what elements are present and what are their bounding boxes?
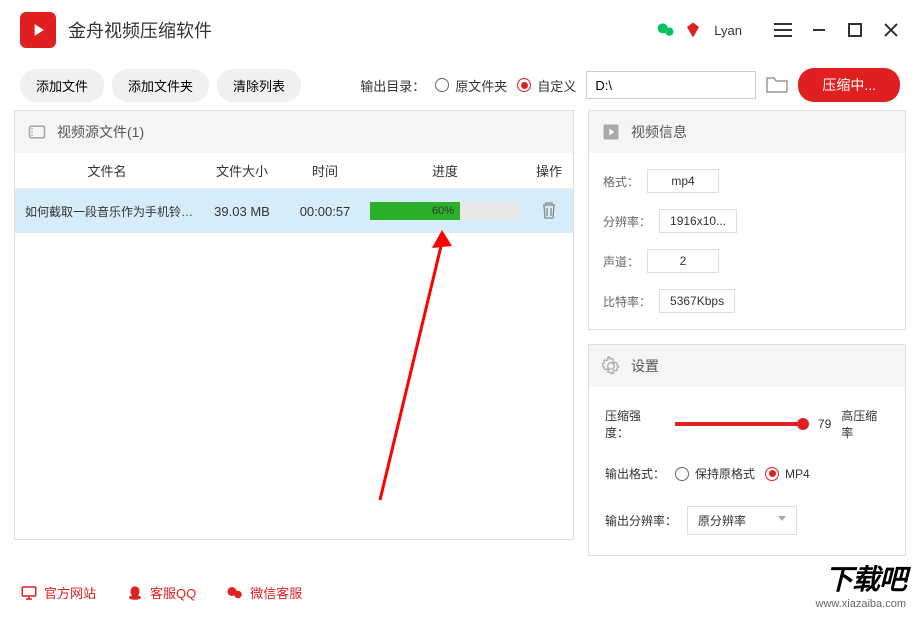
title-bar: 金舟视频压缩软件 Lyan [0,0,920,60]
video-icon [27,122,47,142]
ruby-icon [684,21,702,39]
source-files-panel: 视频源文件(1) 文件名 文件大小 时间 进度 操作 如何截取一段音乐作为手机铃… [14,110,574,540]
radio-icon [435,78,449,92]
app-logo [20,12,56,48]
col-size: 文件大小 [199,161,285,180]
table-header: 文件名 文件大小 时间 进度 操作 [15,153,573,189]
resolution-select[interactable]: 原分辨率 [687,506,797,535]
file-size: 39.03 MB [199,204,285,219]
output-format-row: 输出格式： 保持原格式 MP4 [605,465,889,482]
settings-panel: 设置 压缩强度： 79 高压缩率 输出格式： 保持原格式 [588,344,906,556]
wechat-support-link[interactable]: 微信客服 [226,583,302,602]
wechat-icon[interactable] [656,20,676,40]
col-name: 文件名 [15,161,199,180]
watermark: 下载吧 www.xiazaiba.com [816,558,906,610]
compress-button[interactable]: 压缩中... [798,68,900,102]
qq-support-link[interactable]: 客服QQ [126,583,196,602]
delete-icon[interactable] [541,201,557,219]
output-resolution-row: 输出分辨率： 原分辨率 [605,506,889,535]
info-bitrate: 比特率： 5367Kbps [603,289,738,313]
video-info-header: 视频信息 [589,111,905,153]
info-resolution: 分辨率： 1916x10... [603,209,738,233]
maximize-button[interactable] [846,21,864,39]
monitor-icon [20,584,38,602]
output-dir-label: 输出目录： [360,76,425,95]
username[interactable]: Lyan [714,23,742,38]
clear-list-button[interactable]: 清除列表 [217,69,301,102]
video-info-panel: 视频信息 格式： mp4 分辨率： 1916x10... 声道： 2 比特率： … [588,110,906,330]
minimize-button[interactable] [810,21,828,39]
settings-header: 设置 [589,345,905,387]
info-format: 格式： mp4 [603,169,738,193]
col-time: 时间 [285,161,365,180]
gear-icon [601,356,621,376]
compression-slider[interactable] [675,422,808,426]
source-files-header: 视频源文件(1) [15,111,573,153]
info-channels: 声道： 2 [603,249,738,273]
official-website-link[interactable]: 官方网站 [20,583,96,602]
add-file-button[interactable]: 添加文件 [20,69,104,102]
output-path-input[interactable] [586,71,756,99]
radio-icon [675,467,689,481]
radio-icon [765,467,779,481]
output-dir-custom-radio[interactable]: 自定义 [517,76,576,95]
file-progress: 60% [365,202,525,220]
play-square-icon [601,122,621,142]
col-action: 操作 [525,161,573,180]
file-name: 如何截取一段音乐作为手机铃声... [15,203,199,220]
progress-bar: 60% [370,202,520,220]
menu-button[interactable] [774,21,792,39]
file-duration: 00:00:57 [285,204,365,219]
close-button[interactable] [882,21,900,39]
compression-strength-row: 压缩强度： 79 高压缩率 [605,407,889,441]
output-dir-source-radio[interactable]: 原文件夹 [435,76,507,95]
toolbar: 添加文件 添加文件夹 清除列表 输出目录： 原文件夹 自定义 压缩中... [0,60,920,110]
browse-folder-icon[interactable] [766,76,788,94]
wechat-support-icon [226,584,244,602]
format-keep-radio[interactable]: 保持原格式 [675,465,755,482]
col-progress: 进度 [365,161,525,180]
footer: 官方网站 客服QQ 微信客服 [20,583,302,602]
app-title: 金舟视频压缩软件 [68,17,212,43]
slider-thumb[interactable] [797,418,809,430]
table-row[interactable]: 如何截取一段音乐作为手机铃声... 39.03 MB 00:00:57 60% [15,189,573,233]
qq-icon [126,584,144,602]
add-folder-button[interactable]: 添加文件夹 [112,69,209,102]
format-mp4-radio[interactable]: MP4 [765,467,810,481]
play-icon [28,20,48,40]
radio-icon [517,78,531,92]
